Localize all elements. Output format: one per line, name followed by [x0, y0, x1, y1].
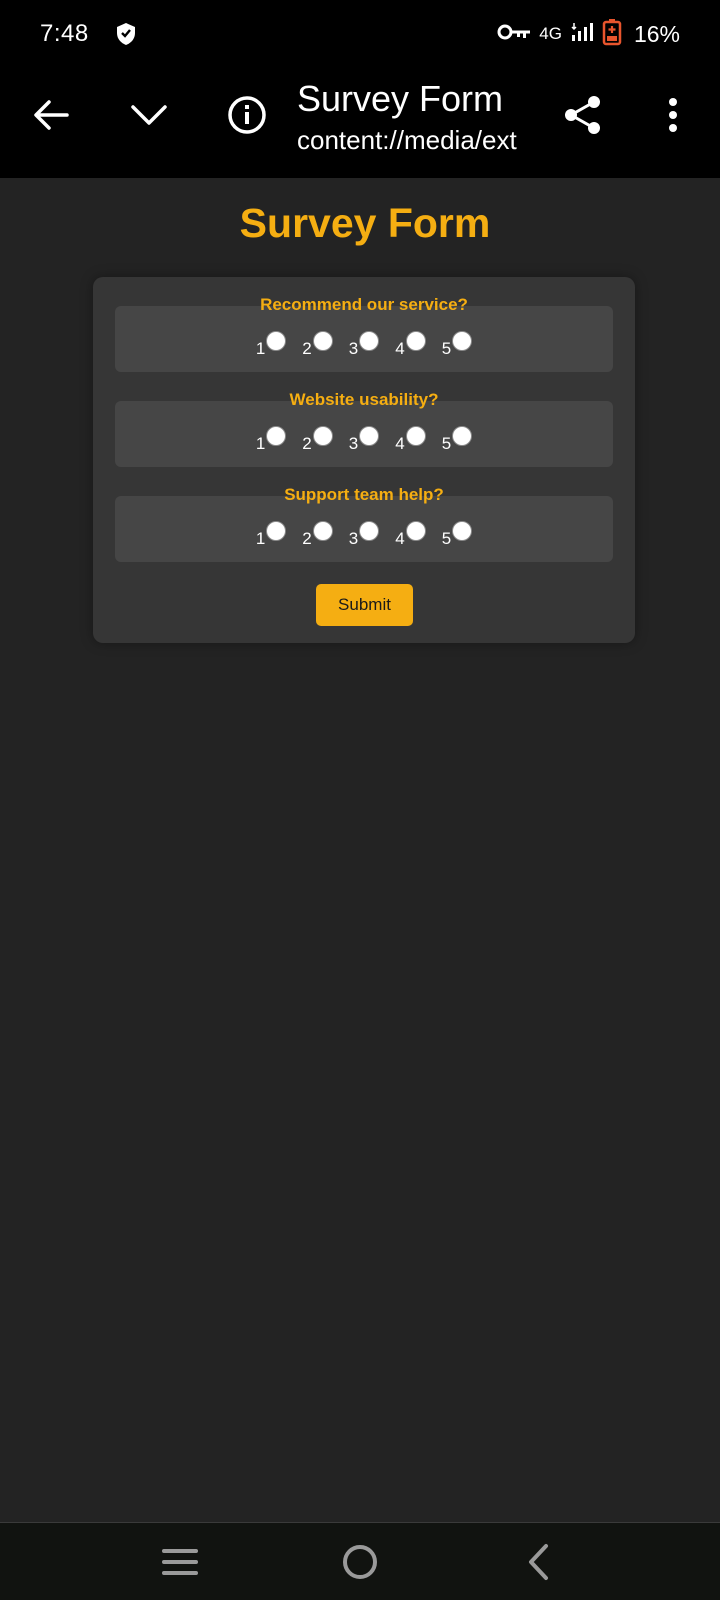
- radio-button[interactable]: [312, 521, 333, 541]
- option-label: 3: [348, 339, 359, 358]
- question-recommend: Recommend our service? 1 2 3 4 5: [115, 295, 613, 372]
- share-icon[interactable]: [558, 90, 608, 140]
- question-support: Support team help? 1 2 3 4 5: [115, 485, 613, 562]
- battery-icon: [602, 18, 622, 51]
- signal-icon: [570, 21, 594, 48]
- app-title-block: Survey Form content://media/ext: [297, 78, 533, 158]
- rating-option-1[interactable]: 1: [255, 331, 287, 359]
- rating-option-3[interactable]: 3: [348, 521, 380, 549]
- rating-option-1[interactable]: 1: [255, 426, 287, 454]
- rating-options: 1 2 3 4 5: [115, 331, 613, 359]
- app-subtitle: content://media/ext: [297, 125, 517, 155]
- radio-button[interactable]: [452, 331, 473, 351]
- radio-button[interactable]: [266, 521, 287, 541]
- question-label: Recommend our service?: [260, 295, 468, 314]
- radio-button[interactable]: [359, 426, 380, 446]
- rating-option-1[interactable]: 1: [255, 521, 287, 549]
- submit-button[interactable]: Submit: [316, 584, 413, 626]
- rating-options: 1 2 3 4 5: [115, 426, 613, 454]
- chevron-down-icon[interactable]: [124, 90, 174, 140]
- radio-button[interactable]: [266, 426, 287, 446]
- survey-card: Recommend our service? 1 2 3 4 5 Website…: [93, 277, 635, 643]
- rating-option-5[interactable]: 5: [441, 426, 473, 454]
- option-label: 2: [302, 434, 312, 453]
- radio-button[interactable]: [405, 426, 426, 446]
- app-title: Survey Form: [297, 78, 504, 119]
- radio-button[interactable]: [359, 331, 380, 351]
- option-label: 1: [255, 434, 266, 453]
- option-label: 3: [348, 434, 359, 453]
- shield-icon: [115, 22, 137, 46]
- page-title: Survey Form: [239, 200, 491, 246]
- rating-option-5[interactable]: 5: [441, 521, 473, 549]
- more-vert-icon[interactable]: [648, 90, 698, 140]
- status-icons: 4G 16%: [497, 18, 680, 51]
- app-bar: Survey Form content://media/ext: [0, 68, 720, 178]
- radio-button[interactable]: [452, 521, 473, 541]
- option-label: 1: [255, 339, 266, 358]
- radio-button[interactable]: [312, 426, 333, 446]
- option-label: 2: [302, 339, 312, 358]
- rating-option-5[interactable]: 5: [441, 331, 473, 359]
- radio-button[interactable]: [452, 426, 473, 446]
- rating-option-4[interactable]: 4: [395, 426, 426, 454]
- question-usability: Website usability? 1 2 3 4 5: [115, 390, 613, 467]
- question-label: Support team help?: [284, 485, 444, 504]
- radio-button[interactable]: [405, 331, 426, 351]
- option-label: 3: [348, 529, 359, 548]
- option-label: 5: [441, 339, 452, 358]
- rating-option-2[interactable]: 2: [302, 331, 333, 359]
- option-label: 5: [441, 529, 452, 548]
- rating-option-3[interactable]: 3: [348, 331, 380, 359]
- rating-option-2[interactable]: 2: [302, 521, 333, 549]
- system-nav-bar: [0, 1522, 720, 1600]
- rating-option-3[interactable]: 3: [348, 426, 380, 454]
- rating-option-2[interactable]: 2: [302, 426, 333, 454]
- rating-option-4[interactable]: 4: [395, 331, 426, 359]
- back-chevron-icon[interactable]: [514, 1537, 564, 1587]
- menu-icon[interactable]: [155, 1537, 205, 1587]
- radio-button[interactable]: [312, 331, 333, 351]
- network-type: 4G: [539, 24, 562, 43]
- option-label: 2: [302, 529, 312, 548]
- vpn-key-icon: [497, 23, 531, 46]
- radio-button[interactable]: [359, 521, 380, 541]
- back-arrow-icon[interactable]: [26, 90, 76, 140]
- home-circle-icon[interactable]: [335, 1537, 385, 1587]
- option-label: 1: [255, 529, 266, 548]
- option-label: 4: [395, 529, 405, 548]
- status-bar: 7:48 4G 16%: [0, 0, 720, 68]
- option-label: 4: [395, 434, 405, 453]
- radio-button[interactable]: [405, 521, 426, 541]
- battery-percent: 16%: [633, 20, 680, 47]
- rating-options: 1 2 3 4 5: [115, 521, 613, 549]
- status-time: 7:48: [40, 20, 89, 47]
- option-label: 5: [441, 434, 452, 453]
- info-icon[interactable]: [222, 90, 272, 140]
- question-label: Website usability?: [289, 390, 439, 409]
- rating-option-4[interactable]: 4: [395, 521, 426, 549]
- option-label: 4: [395, 339, 405, 358]
- radio-button[interactable]: [266, 331, 287, 351]
